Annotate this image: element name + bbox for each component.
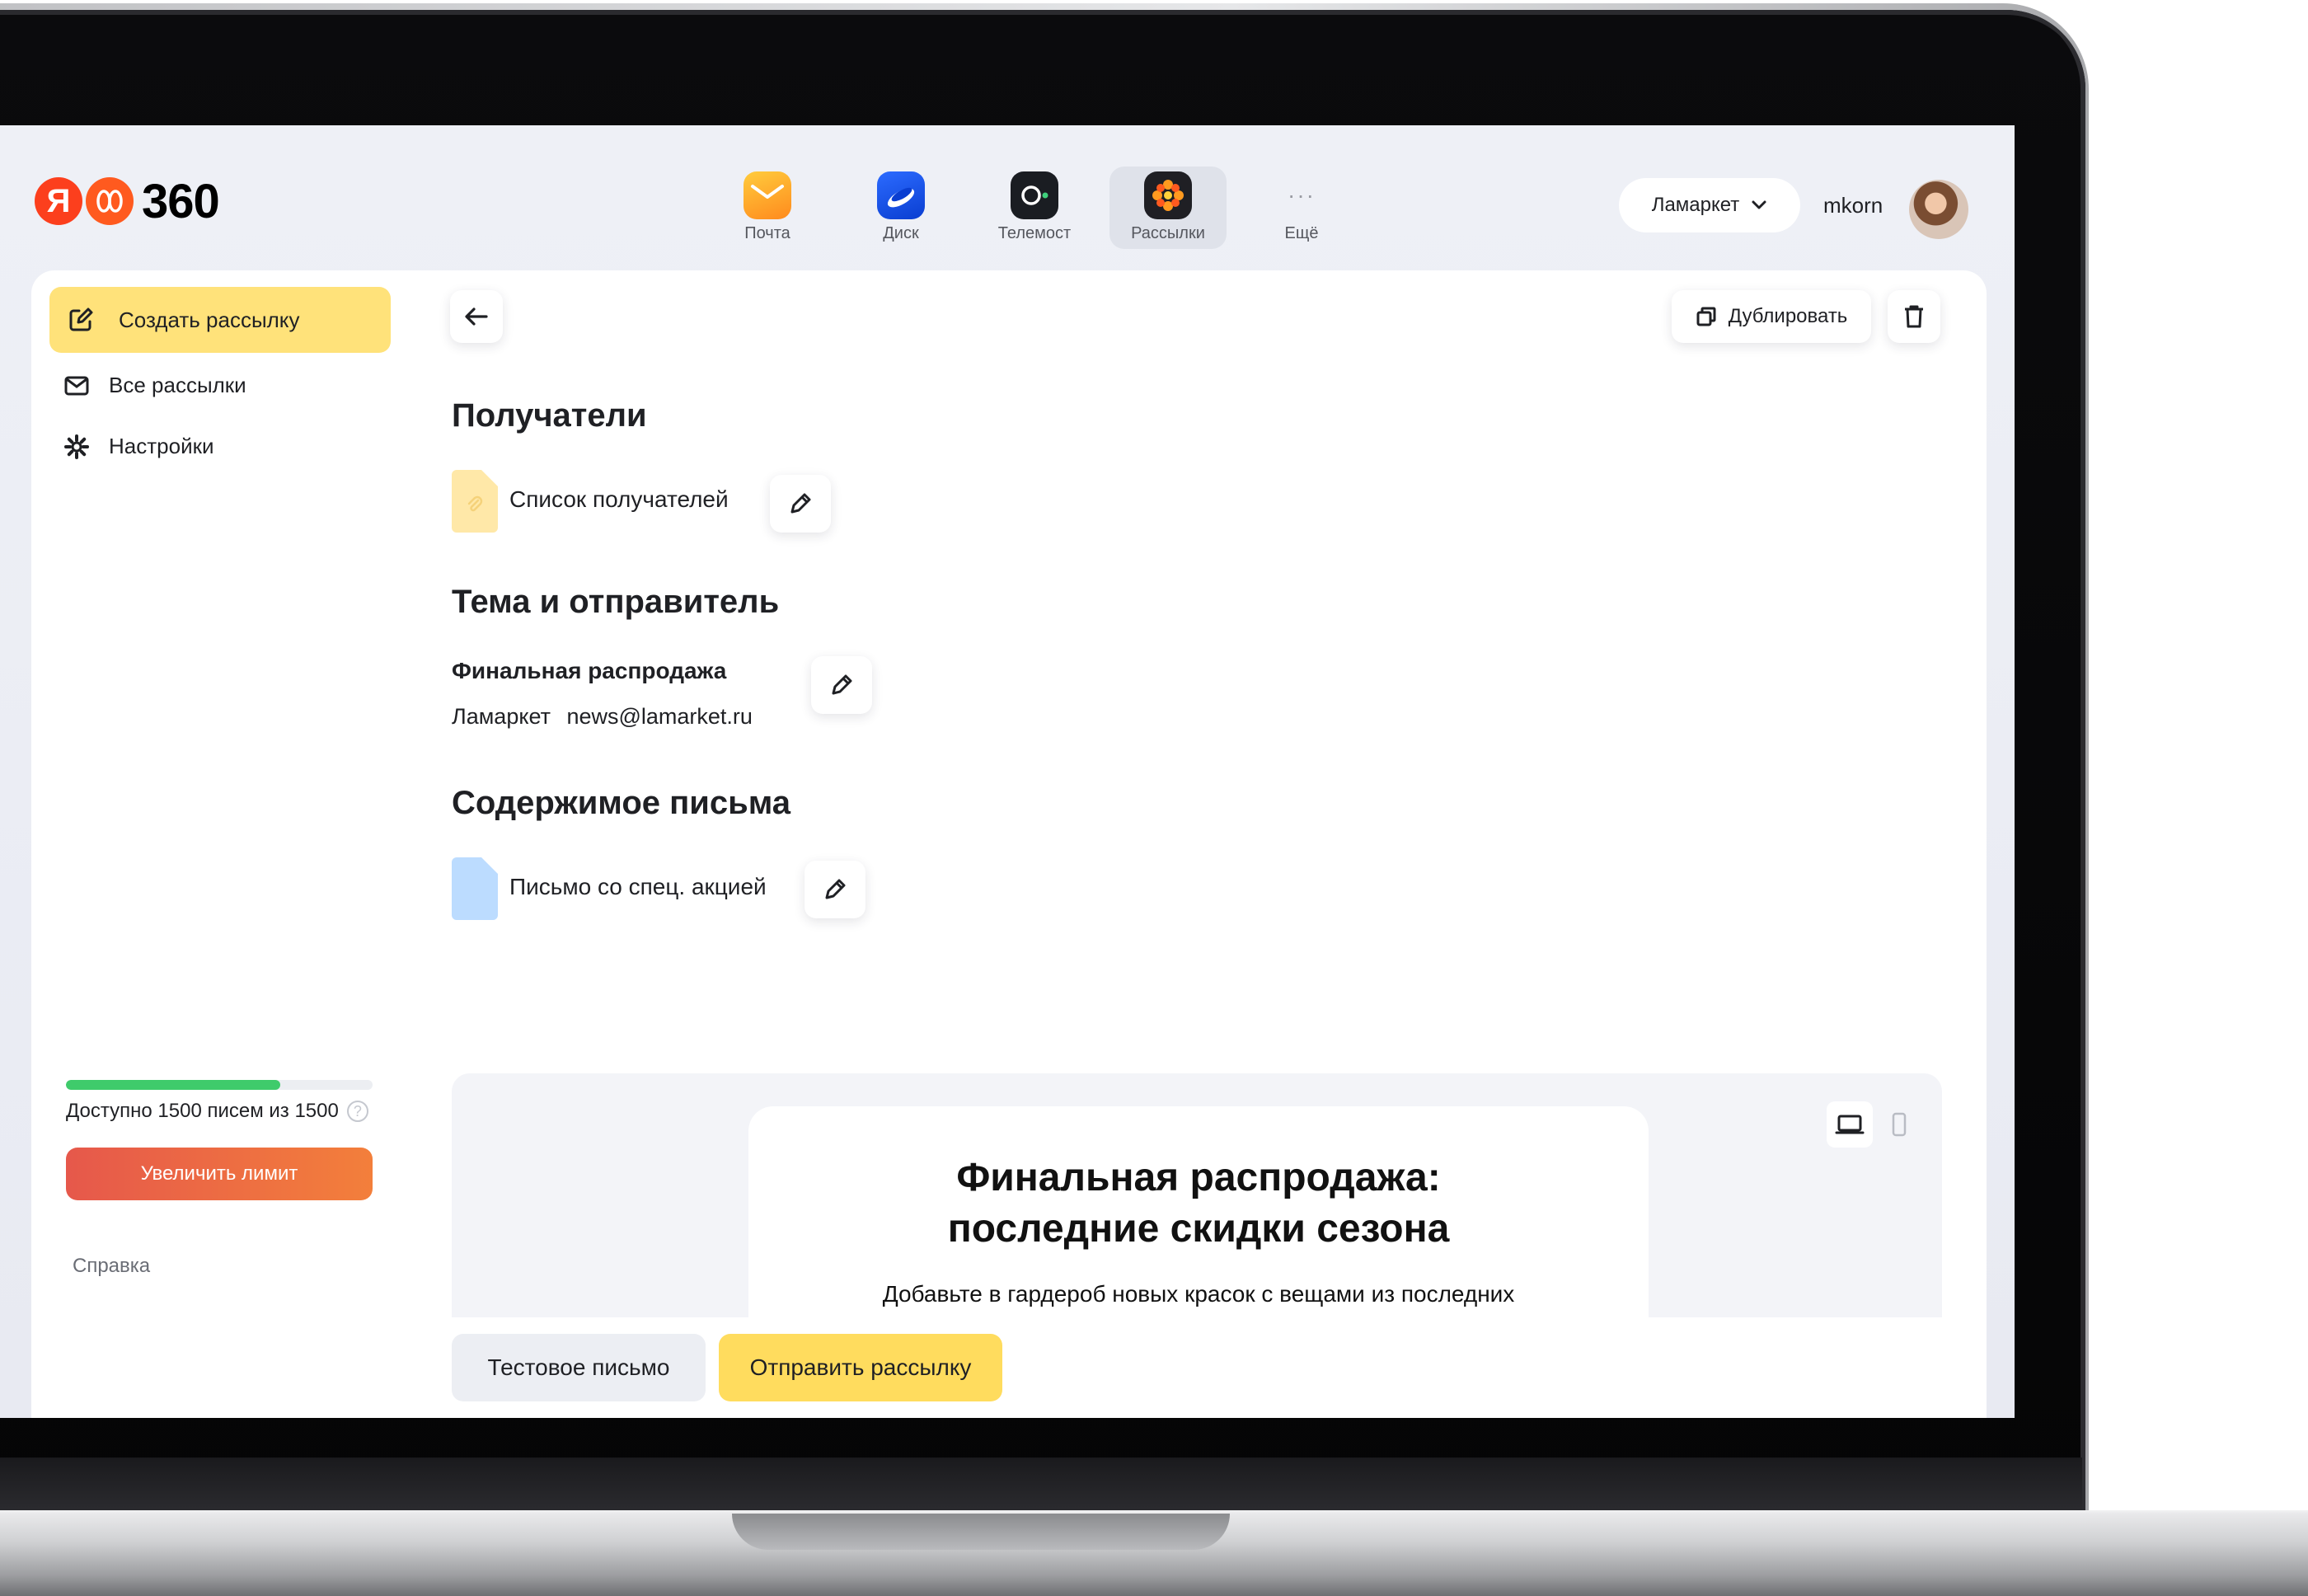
app-more[interactable]: ··· Ещё [1243, 167, 1360, 249]
app-disk[interactable]: Диск [842, 167, 959, 249]
letter-file-icon [452, 857, 498, 920]
app-label: Почта [744, 224, 790, 242]
org-switcher[interactable]: Ламаркет [1619, 178, 1800, 232]
preview-title: Финальная распродажа: последние скидки с… [748, 1152, 1649, 1255]
edit-subject-button[interactable] [811, 656, 872, 714]
delete-button[interactable] [1888, 290, 1940, 343]
edit-letter-button[interactable] [805, 861, 866, 918]
laptop-icon [1835, 1115, 1865, 1134]
more-icon: ··· [1288, 182, 1316, 208]
telemost-icon [1011, 171, 1058, 219]
app-mail[interactable]: Почта [709, 167, 826, 249]
yandex-360-logo[interactable]: Я 360 [35, 174, 220, 228]
letter-name: Письмо со спец. акцией [509, 874, 767, 899]
create-mailing-button[interactable]: Создать рассылку [49, 287, 391, 353]
app-label: Ещё [1284, 224, 1319, 242]
laptop-bezel-bottom [0, 1458, 2082, 1515]
recipients-file-icon [452, 470, 498, 533]
sidebar-item-settings[interactable]: Настройки [64, 434, 214, 459]
limit-info: Доступно 1500 писем из 1500 ? [66, 1100, 368, 1123]
create-mailing-label: Создать рассылку [119, 307, 300, 332]
disk-icon [877, 171, 925, 219]
envelope-icon [64, 376, 89, 395]
help-link[interactable]: Справка [73, 1255, 150, 1278]
laptop-notch [732, 1514, 1230, 1550]
letter-preview: Финальная распродажа: последние скидки с… [452, 1073, 1942, 1317]
subject-heading: Тема и отправитель [452, 584, 780, 620]
send-mailing-button[interactable]: Отправить рассылку [719, 1334, 1002, 1401]
test-letter-button[interactable]: Тестовое письмо [452, 1334, 706, 1401]
app-label: Рассылки [1131, 224, 1205, 242]
trash-icon [1905, 305, 1923, 328]
app-mailings[interactable]: Рассылки [1109, 167, 1227, 249]
increase-limit-button[interactable]: Увеличить лимит [66, 1148, 373, 1200]
sidebar-item-label: Все рассылки [109, 373, 246, 397]
pencil-icon [832, 674, 852, 695]
duplicate-label: Дублировать [1728, 305, 1848, 327]
user-name[interactable]: mkorn [1823, 193, 1883, 218]
desktop-view-toggle[interactable] [1827, 1101, 1873, 1148]
sender-email: news@lamarket.ru [566, 704, 753, 729]
duplicate-button[interactable]: Дублировать [1672, 290, 1871, 343]
mobile-view-toggle[interactable] [1876, 1101, 1922, 1148]
app-label: Телемост [997, 224, 1072, 242]
sender-name: Ламаркет [452, 704, 551, 729]
sidebar-item-all-mailings[interactable]: Все рассылки [64, 373, 246, 398]
back-button[interactable] [450, 290, 503, 343]
yandex-logo-icon: Я [35, 177, 82, 225]
pencil-icon [790, 493, 811, 514]
preview-card: Финальная распродажа: последние скидки с… [748, 1106, 1649, 1317]
recipients-list-name: Список получателей [509, 486, 729, 512]
sidebar-item-label: Настройки [109, 434, 214, 458]
logo-360-text: 360 [142, 174, 220, 228]
edit-recipients-button[interactable] [770, 475, 831, 533]
mailings-icon [1144, 171, 1192, 219]
recipients-heading: Получатели [452, 397, 647, 434]
preview-title-line2: последние скидки сезона [947, 1207, 1450, 1251]
app-telemost[interactable]: Телемост [976, 167, 1093, 249]
arrow-left-icon [465, 307, 488, 326]
edit-icon [69, 307, 93, 331]
pencil-icon [825, 879, 846, 899]
subject-title: Финальная распродажа [452, 658, 727, 683]
preview-title-line1: Финальная распродажа: [956, 1156, 1441, 1199]
limit-text: Доступно 1500 писем из 1500 [66, 1100, 339, 1122]
app-screen: Я 360 Почта Диск Телемост Рассылки ··· Е… [0, 125, 2015, 1418]
mail-logo-icon [86, 177, 134, 225]
preview-text: Добавьте в гардероб новых красок с вещам… [882, 1281, 1515, 1307]
chevron-down-icon [1752, 200, 1766, 209]
avatar[interactable] [1909, 180, 1968, 239]
gear-icon [64, 434, 89, 459]
app-label: Диск [883, 224, 919, 242]
copy-icon [1696, 307, 1716, 326]
mail-icon [744, 171, 791, 219]
limit-progress-fill [66, 1080, 281, 1090]
help-circle-icon[interactable]: ? [346, 1101, 368, 1122]
limit-progress-bar [66, 1080, 373, 1090]
sender-info: Ламаркет news@lamarket.ru [452, 704, 753, 730]
org-name: Ламаркет [1651, 194, 1740, 216]
app-switcher: Почта Диск Телемост Рассылки ··· Ещё [709, 167, 1360, 249]
phone-icon [1892, 1112, 1907, 1137]
content-heading: Содержимое письма [452, 785, 791, 821]
